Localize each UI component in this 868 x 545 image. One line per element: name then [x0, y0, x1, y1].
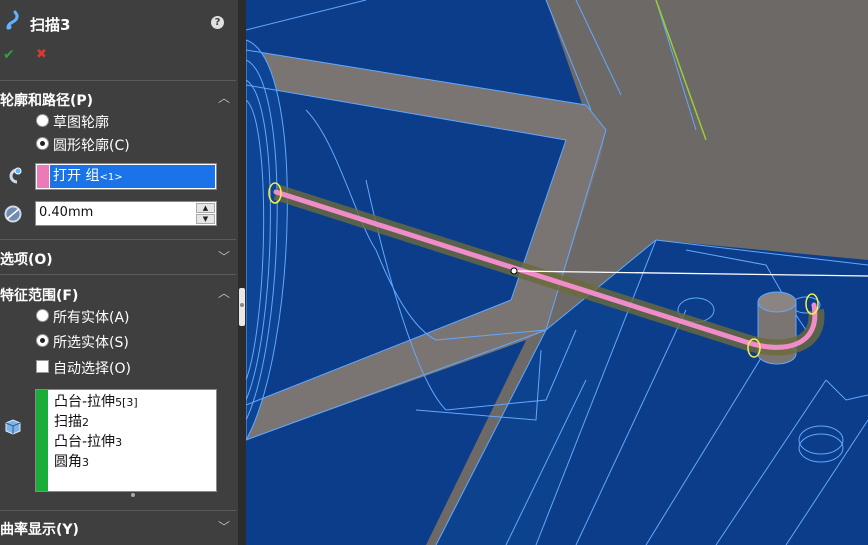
divider [0, 274, 236, 275]
auto-select-label: 自动选择(O) [53, 361, 131, 377]
sweep-icon [6, 10, 19, 30]
section-options-title: 选项(O) [0, 252, 53, 268]
list-color-bar [36, 390, 48, 491]
radio-dot-selected[interactable] [36, 137, 49, 150]
radio-all-label: 所有实体(A) [53, 310, 130, 326]
radio-selected-label: 所选实体(S) [53, 335, 129, 351]
bodies-list[interactable]: 凸台-拉伸5[3] 扫描2 凸台-拉伸3 圆角3 [35, 389, 217, 492]
path-selection-value[interactable]: 打开 组<1> [50, 165, 215, 188]
divider [0, 80, 236, 81]
radio-dot-selected[interactable] [36, 334, 49, 347]
ok-button[interactable]: ✔ [3, 47, 15, 63]
page-title: 扫描3 [30, 16, 71, 34]
section-options-header[interactable]: 选项(O) ﹀ [0, 245, 236, 269]
section-curvature-header[interactable]: 曲率显示(Y) ﹀ [0, 515, 236, 539]
path-midpoint[interactable] [510, 267, 518, 275]
panel-splitter[interactable] [238, 0, 246, 545]
radio-dot[interactable] [36, 114, 49, 127]
help-icon[interactable]: ? [211, 16, 224, 29]
splitter-grip[interactable] [239, 288, 245, 326]
section-curvature-title: 曲率显示(Y) [0, 522, 79, 538]
chevron-down-icon[interactable]: ﹀ [218, 248, 230, 265]
checkbox-box[interactable] [36, 360, 49, 373]
divider [0, 510, 236, 511]
title-bar: 扫描3 ? [0, 0, 238, 44]
section-profile-path-title: 轮廓和路径(P) [0, 93, 94, 109]
list-item[interactable]: 凸台-拉伸3 [54, 432, 138, 452]
cancel-button[interactable]: ✖ [36, 47, 47, 62]
section-feature-scope-title: 特征范围(F) [0, 288, 79, 304]
chevron-up-icon[interactable]: ︿ [218, 89, 230, 106]
diameter-input[interactable]: 0.40mm [39, 205, 93, 220]
graphics-viewport[interactable] [246, 0, 868, 545]
property-manager-panel: 扫描3 ? ✔ ✖ 轮廓和路径(P) ︿ 草图轮廓 圆形轮廓(C) 打开 组<1… [0, 0, 239, 545]
path-icon [9, 167, 22, 184]
stepper-down-button[interactable]: ▼ [196, 214, 215, 224]
diameter-stepper[interactable]: 0.40mm ▲ ▼ [35, 201, 217, 226]
radio-dot[interactable] [36, 309, 49, 322]
path-selection-count: <1> [99, 172, 123, 183]
model-view[interactable] [246, 0, 868, 545]
list-resize-handle[interactable] [131, 493, 135, 497]
chevron-up-icon[interactable]: ︿ [218, 284, 230, 301]
path-selection-box[interactable]: 打开 组<1> [35, 163, 217, 190]
list-item[interactable]: 凸台-拉伸5[3] [54, 392, 138, 412]
list-item[interactable]: 圆角3 [54, 452, 138, 472]
path-color-swatch [37, 165, 49, 188]
solid-body-icon [5, 419, 21, 435]
section-feature-scope-header[interactable]: 特征范围(F) ︿ [0, 281, 236, 305]
section-profile-path-header[interactable]: 轮廓和路径(P) ︿ [0, 86, 236, 110]
chevron-down-icon[interactable]: ﹀ [218, 518, 230, 535]
divider [0, 239, 236, 240]
stepper-up-button[interactable]: ▲ [196, 203, 215, 213]
list-item[interactable]: 扫描2 [54, 412, 138, 432]
radio-circular-label: 圆形轮廓(C) [53, 138, 130, 154]
radio-sketch-label: 草图轮廓 [53, 115, 109, 131]
diameter-icon [4, 205, 22, 223]
